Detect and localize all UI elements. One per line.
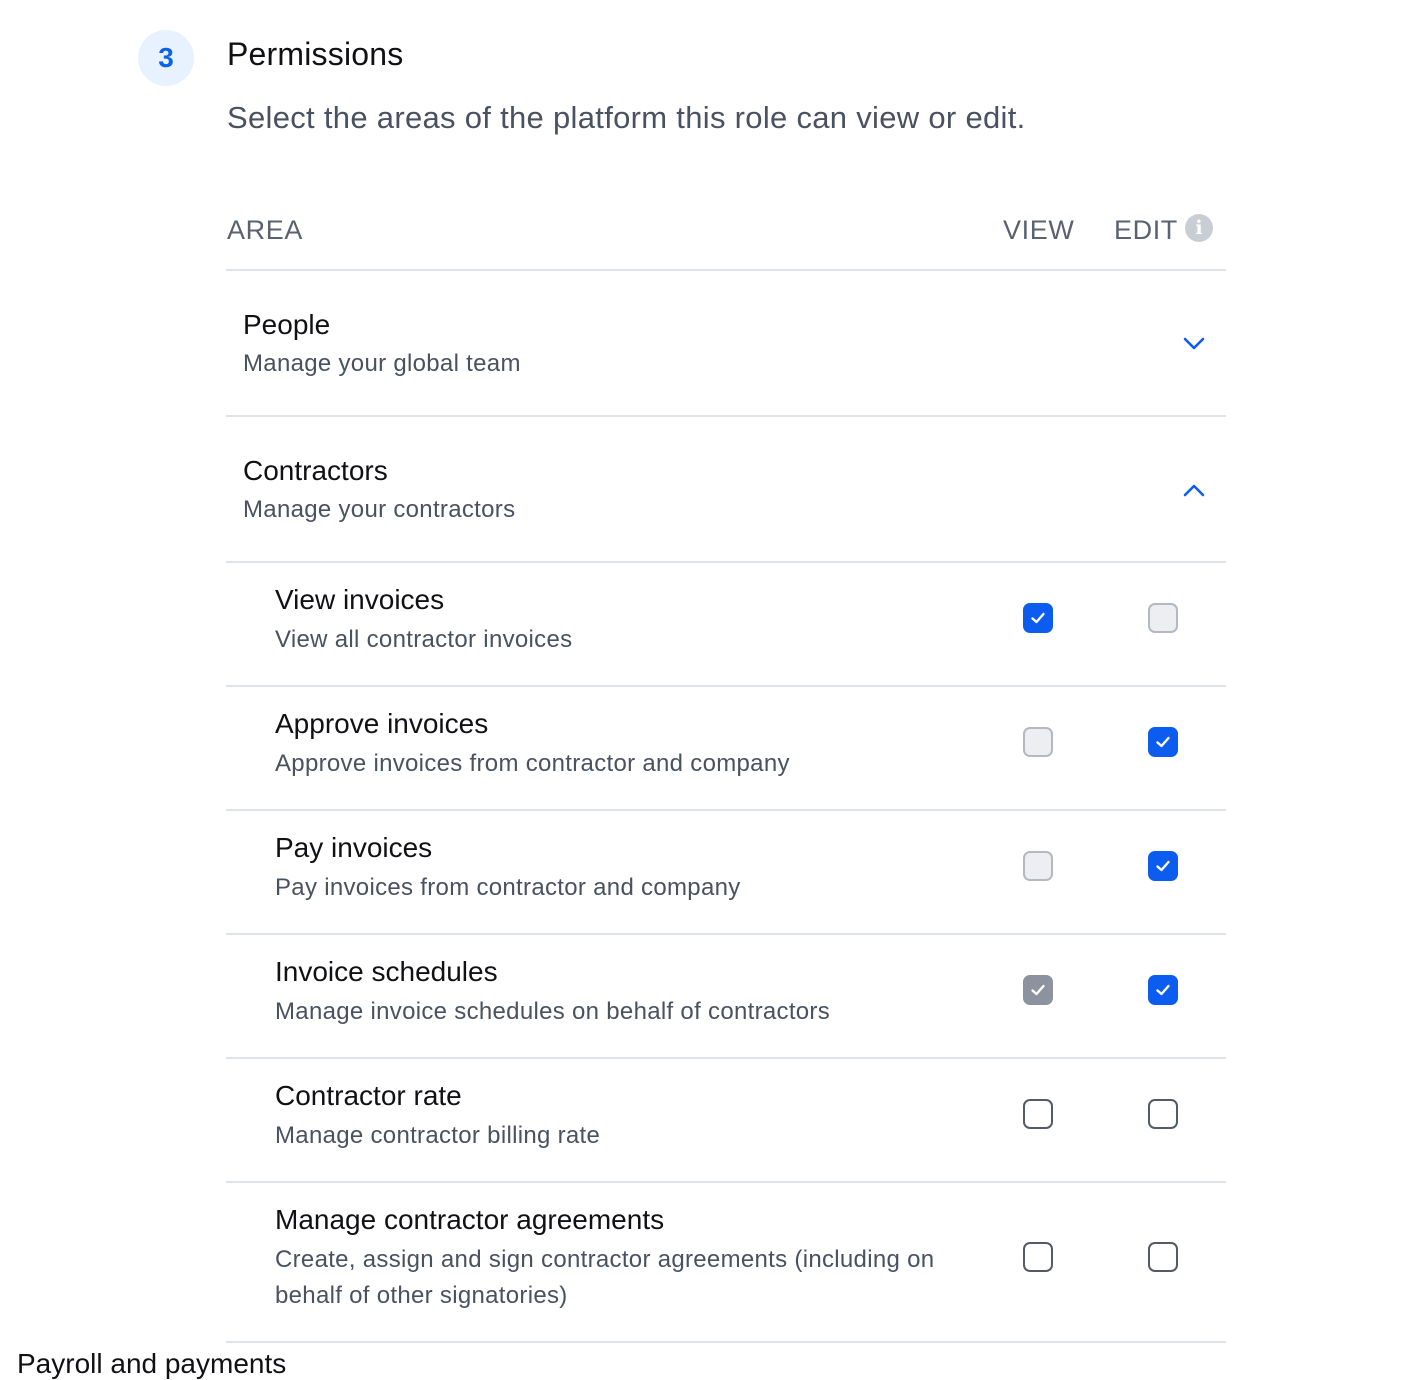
check-icon	[1031, 984, 1045, 996]
permission-row: Invoice schedules Manage invoice schedule…	[226, 935, 1226, 1059]
edit-permission-checkbox[interactable]	[1148, 727, 1178, 757]
check-icon	[1156, 984, 1170, 996]
group-title-payroll: Payroll and payments	[17, 1348, 287, 1379]
permission-title: Manage contractor agreements	[275, 1204, 665, 1235]
edit-permission-checkbox[interactable]	[1148, 975, 1178, 1005]
column-header-edit: EDIT	[1114, 215, 1178, 245]
column-header-area: AREA	[227, 215, 303, 245]
permission-row: Pay invoices Pay invoices from contractor…	[226, 811, 1226, 935]
group-row-people[interactable]: People Manage your global team	[226, 271, 1226, 417]
permission-description: Pay invoices from contractor and company	[275, 874, 741, 901]
permission-row: View invoices View all contractor invoice…	[226, 563, 1226, 687]
check-icon	[1031, 612, 1045, 624]
permission-description: Create, assign and sign contractor agree…	[275, 1246, 935, 1309]
view-permission-checkbox	[1023, 851, 1053, 881]
group-subtitle: Manage your global team	[243, 350, 521, 377]
permission-title: Approve invoices	[275, 708, 489, 739]
group-subtitle: Manage your contractors	[243, 496, 516, 523]
chevron-down-icon[interactable]	[1181, 331, 1207, 357]
section-description: Select the areas of the platform this ro…	[227, 100, 1026, 135]
permission-title: Contractor rate	[275, 1080, 462, 1111]
view-permission-checkbox[interactable]	[1023, 1242, 1053, 1272]
group-row-contractors[interactable]: Contractors Manage your contractors	[226, 417, 1226, 563]
check-icon	[1156, 736, 1170, 748]
permission-description: Approve invoices from contractor and com…	[275, 750, 790, 777]
section-title: Permissions	[227, 36, 404, 72]
check-icon	[1156, 860, 1170, 872]
edit-permission-checkbox[interactable]	[1148, 1242, 1178, 1272]
permission-title: Pay invoices	[275, 832, 433, 863]
step-number-badge: 3	[138, 30, 194, 86]
permissions-table: AREA VIEW EDIT i People Manage your glob…	[226, 196, 1226, 1343]
permission-title: Invoice schedules	[275, 956, 498, 987]
permission-row: Approve invoices Approve invoices from co…	[226, 687, 1226, 811]
contractor-permission-list: View invoices View all contractor invoice…	[226, 563, 1226, 1343]
edit-permission-checkbox[interactable]	[1148, 1099, 1178, 1129]
permission-description: Manage invoice schedules on behalf of co…	[275, 998, 831, 1025]
permission-row: Manage contractor agreements Create, assi…	[226, 1183, 1226, 1343]
permission-description: View all contractor invoices	[275, 626, 573, 653]
table-header: AREA VIEW EDIT i	[226, 196, 1226, 271]
info-icon[interactable]: i	[1185, 214, 1213, 242]
view-permission-checkbox	[1023, 975, 1053, 1005]
permission-description: Manage contractor billing rate	[275, 1122, 601, 1149]
edit-permission-checkbox[interactable]	[1148, 851, 1178, 881]
group-title: People	[243, 309, 331, 340]
view-permission-checkbox[interactable]	[1023, 1099, 1053, 1129]
group-title: Contractors	[243, 455, 388, 486]
column-header-view: VIEW	[1003, 215, 1075, 245]
permission-title: View invoices	[275, 584, 445, 615]
chevron-up-icon[interactable]	[1181, 477, 1207, 503]
view-permission-checkbox[interactable]	[1023, 603, 1053, 633]
permission-row: Contractor rate Manage contractor billing…	[226, 1059, 1226, 1183]
view-permission-checkbox	[1023, 727, 1053, 757]
edit-permission-checkbox	[1148, 603, 1178, 633]
